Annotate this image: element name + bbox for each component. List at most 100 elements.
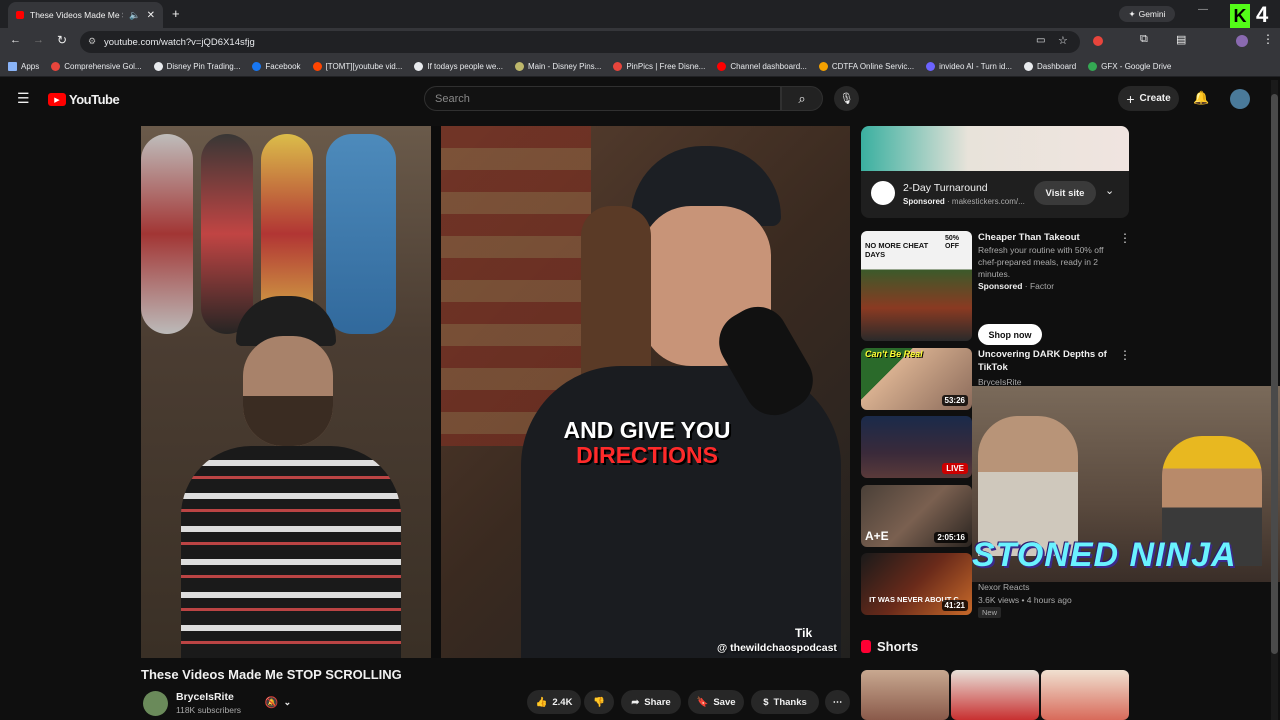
live-badge: LIVE (942, 463, 968, 474)
dislike-button[interactable]: 👎 (584, 690, 614, 714)
bookmark-item[interactable]: invideo AI - Turn id... (926, 61, 1012, 71)
reddit-icon (312, 61, 322, 71)
bookmark-item[interactable]: Channel dashboard... (717, 61, 807, 71)
video-player[interactable]: AND GIVE YOU DIRECTIONS Tik @ thewildcha… (141, 126, 850, 658)
bookmark-item[interactable]: CDTFA Online Servic... (818, 61, 915, 71)
short-thumbnail[interactable] (861, 670, 949, 720)
sponsored-ad-card[interactable]: 2-Day Turnaround Sponsored · makesticker… (861, 126, 1129, 218)
facebook-icon (252, 61, 262, 71)
save-button[interactable]: 🔖 Save (688, 690, 744, 714)
recommendation-title[interactable]: Uncovering DARK Depths of TikTok (978, 348, 1118, 374)
bookmark-item[interactable]: GFX - Google Drive (1088, 61, 1172, 71)
extension-puzzle-icon[interactable]: ⧉ (1140, 33, 1148, 46)
browser-menu-icon[interactable]: ⋮ (1262, 32, 1274, 46)
recommendation-title[interactable]: Cheaper Than Takeout (978, 231, 1080, 244)
create-button[interactable]: + Create (1118, 86, 1179, 111)
kick-number-icon: 4 (1256, 2, 1269, 27)
video-metadata: These Videos Made Me STOP SCROLLING Bryc… (141, 663, 850, 720)
page-scrollbar[interactable] (1271, 80, 1278, 720)
gemini-sparkle-icon: ✦ (1128, 8, 1136, 19)
bookmark-label: GFX - Google Drive (1101, 61, 1172, 71)
new-tab-button[interactable]: + (172, 6, 180, 21)
voice-search-button[interactable]: 🎙 (834, 86, 859, 111)
bookmark-label: CDTFA Online Servic... (831, 61, 915, 71)
bookmark-label: If todays people we... (427, 61, 503, 71)
gemini-button[interactable]: ✦ Gemini (1119, 6, 1175, 22)
visit-site-button[interactable]: Visit site (1034, 181, 1096, 205)
bookmark-label: invideo AI - Turn id... (939, 61, 1012, 71)
chevron-down-icon: ⌄ (283, 696, 292, 707)
video-title: These Videos Made Me STOP SCROLLING (141, 667, 402, 682)
creator-handle: @ thewildchaospodcast (717, 642, 837, 654)
youtube-logo[interactable]: ▶ YouTube (48, 92, 120, 107)
reload-icon[interactable]: ↻ (57, 33, 67, 47)
split-divider (431, 126, 441, 658)
recommendation-thumbnail[interactable]: Can't Be Real 53:26 (861, 348, 972, 410)
recommendation-description: Refresh your routine with 50% off chef-p… (978, 245, 1104, 279)
new-badge: New (978, 607, 1002, 618)
share-button[interactable]: ➦ Share (621, 690, 681, 714)
chevron-down-icon[interactable]: ⌄ (1105, 184, 1114, 197)
more-actions-button[interactable]: ⋯ (825, 690, 850, 714)
recommendation-sponsor-line: Sponsored · Factor (978, 280, 1054, 292)
bookmark-item[interactable]: Facebook (252, 61, 301, 71)
bookmark-item[interactable]: PinPics | Free Disne... (613, 61, 705, 71)
channel-name[interactable]: BryceIsRite (176, 691, 234, 703)
bookmark-apps[interactable]: Apps (8, 61, 39, 71)
account-avatar[interactable] (1230, 89, 1250, 109)
bookmark-item[interactable]: Dashboard (1024, 61, 1076, 71)
subscribed-notifications-button[interactable]: 🔕 ⌄ (254, 690, 302, 714)
recommendation-thumbnail[interactable]: NO MORE CHEAT DAYS 50% OFF (861, 231, 972, 341)
channel-avatar[interactable] (143, 691, 168, 716)
ad-domain: makestickers.com/... (951, 197, 1025, 206)
bookmark-item[interactable]: If todays people we... (414, 61, 503, 71)
forward-icon[interactable]: → (33, 34, 44, 46)
short-thumbnail[interactable] (1041, 670, 1129, 720)
tab-audio-icon: 🔈 (129, 9, 141, 20)
bookmark-star-icon[interactable]: ☆ (1058, 34, 1068, 47)
hamburger-menu-icon[interactable]: ☰ (17, 90, 30, 107)
recommendation-thumbnail[interactable]: IT WAS NEVER ABOUT C 41:21 (861, 553, 972, 615)
bookmark-item[interactable]: Disney Pin Trading... (153, 61, 240, 71)
bookmark-label: Channel dashboard... (730, 61, 807, 71)
bookmark-favicon-icon (818, 61, 828, 71)
thanks-button[interactable]: $ Thanks (751, 690, 819, 714)
cast-icon[interactable]: ▭ (1036, 35, 1045, 46)
tab-close-icon[interactable]: ✕ (147, 10, 155, 21)
bookmark-item[interactable]: Comprehensive Gol... (51, 61, 142, 71)
more-vertical-icon[interactable]: ⋮ (1119, 231, 1131, 245)
back-icon[interactable]: ← (10, 34, 21, 46)
shop-now-button[interactable]: Shop now (978, 324, 1042, 345)
duration-badge: 2:05:16 (934, 532, 968, 543)
bookmark-item[interactable]: [TOMT][youtube vid... (312, 61, 402, 71)
ad-meta: Sponsored · makestickers.com/... (903, 197, 1025, 206)
bookmarks-bar: Apps Comprehensive Gol... Disney Pin Tra… (0, 56, 1280, 77)
save-label: Save (713, 696, 736, 708)
apps-grid-icon (8, 61, 17, 71)
plus-icon: + (1126, 90, 1135, 107)
bookmark-favicon-icon (1024, 61, 1033, 71)
bookmark-item[interactable]: Main - Disney Pins... (514, 61, 601, 71)
profile-icon[interactable] (1236, 35, 1248, 47)
short-thumbnail[interactable] (951, 670, 1039, 720)
recommendation-thumbnail[interactable]: LIVE (861, 416, 972, 478)
side-panel-icon[interactable]: ▤ (1176, 33, 1186, 46)
browser-tab-active[interactable]: These Videos Made Me STOP SCROLLING - Yo… (8, 2, 163, 28)
share-label: Share (644, 696, 671, 708)
search-button[interactable]: ⌕ (781, 86, 823, 111)
site-info-icon[interactable]: ⚙ (88, 36, 96, 47)
network-logo: A+E (865, 529, 889, 543)
like-button[interactable]: 👍 2.4K (527, 690, 581, 714)
scrollbar-thumb[interactable] (1271, 94, 1278, 654)
notifications-bell-icon[interactable]: 🔔 (1193, 90, 1209, 106)
more-vertical-icon[interactable]: ⋮ (1119, 348, 1131, 362)
recommendation-channel: Nexor Reacts (978, 582, 1030, 592)
bookmark-icon: 🔖 (696, 696, 709, 708)
extension-record-icon[interactable] (1093, 36, 1103, 46)
search-input[interactable]: Search (424, 86, 781, 111)
url-text: youtube.com/watch?v=jQD6X14sfjg (104, 36, 255, 48)
minimize-window-icon[interactable]: — (1198, 4, 1208, 15)
thanks-label: Thanks (773, 696, 807, 708)
omnibox[interactable]: ⚙ youtube.com/watch?v=jQD6X14sfjg ▭ ☆ (80, 31, 1080, 53)
recommendation-thumbnail[interactable]: A+E 2:05:16 (861, 485, 972, 547)
